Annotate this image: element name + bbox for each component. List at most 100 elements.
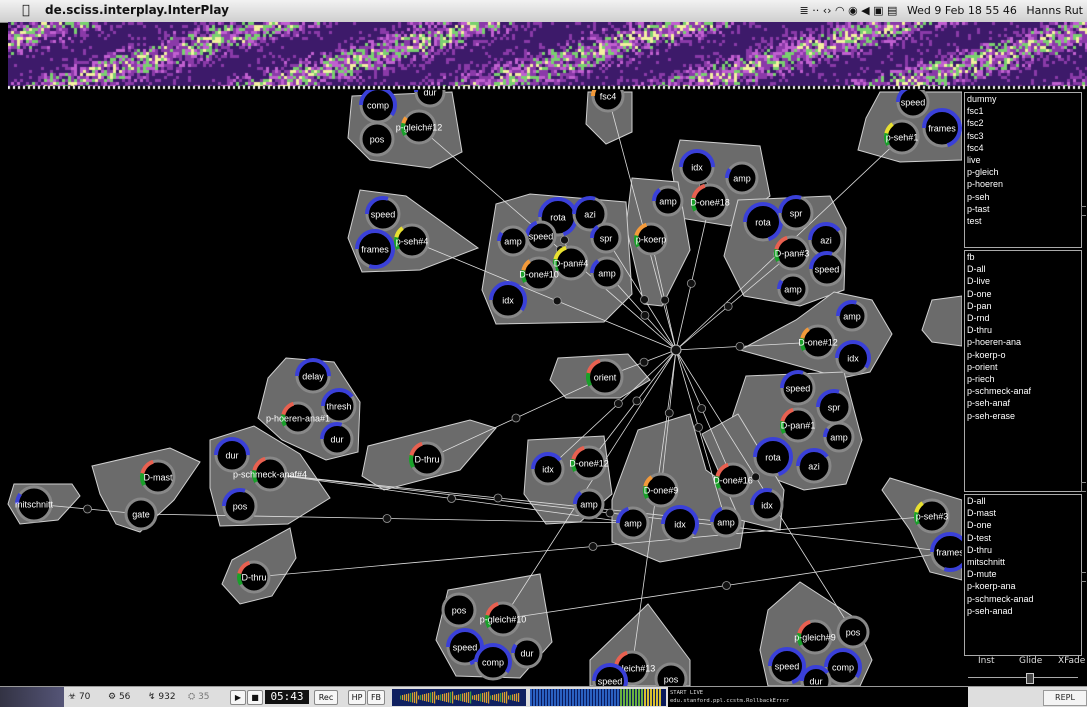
process-node[interactable]: dur <box>511 637 543 669</box>
process-node[interactable]: dur <box>214 437 250 473</box>
process-node[interactable]: dur <box>320 422 354 456</box>
play-button[interactable]: ▶ <box>230 690 246 705</box>
process-node[interactable]: azi <box>796 448 832 484</box>
junction-dot[interactable] <box>660 295 670 305</box>
list-item[interactable]: live <box>965 154 1081 166</box>
glide-label[interactable]: Glide <box>1019 656 1042 666</box>
list-item[interactable]: p-hoeren-ana <box>965 336 1081 348</box>
junction-dot[interactable] <box>588 542 598 551</box>
list-item[interactable]: D-all <box>965 263 1081 275</box>
junction-dot[interactable] <box>640 310 650 320</box>
list-item[interactable]: D-thru <box>965 324 1081 336</box>
master-list[interactable]: D-all D-mast D-one D-test D-thru mitschnitt D-… <box>964 494 1082 656</box>
process-node[interactable]: pos <box>654 662 688 686</box>
process-node[interactable]: frames <box>930 532 962 572</box>
list-item[interactable]: mitschnitt <box>965 556 1081 568</box>
process-node[interactable]: pos <box>836 615 870 649</box>
process-node[interactable]: fsc4 <box>591 90 625 113</box>
process-node[interactable]: spr <box>778 195 814 231</box>
process-node[interactable]: idx <box>489 281 527 319</box>
junction-dot[interactable] <box>664 408 674 418</box>
process-node[interactable]: amp <box>777 273 809 305</box>
process-node[interactable]: speed <box>809 251 845 287</box>
list-item[interactable]: dummy <box>965 93 1081 105</box>
process-node[interactable]: idx <box>531 452 565 486</box>
process-node[interactable]: speed <box>768 647 806 685</box>
list-item[interactable]: fsc4 <box>965 142 1081 154</box>
process-node[interactable]: amp <box>725 161 759 195</box>
junction-dot[interactable] <box>614 399 623 408</box>
junction-dot[interactable] <box>723 301 733 311</box>
junction-dot[interactable] <box>751 472 761 482</box>
list-item[interactable]: p-koerp-o <box>965 349 1081 361</box>
process-node[interactable]: gate <box>124 497 158 531</box>
apple-icon[interactable]:  <box>22 3 30 18</box>
process-node[interactable]: dur <box>414 90 446 108</box>
junction-dot[interactable] <box>632 396 642 406</box>
junction-dot[interactable] <box>639 357 649 367</box>
process-node[interactable]: speed <box>365 196 401 232</box>
process-node[interactable]: pos <box>359 121 395 157</box>
process-node[interactable]: idx <box>750 488 784 522</box>
console-output[interactable]: START LIVE edu.stanford.ppl.ccstm.Rollba… <box>668 687 968 707</box>
inst-label[interactable]: Inst <box>978 656 995 666</box>
junction-dot[interactable] <box>694 422 703 432</box>
process-node[interactable]: pos <box>441 592 477 628</box>
crossfade-slider[interactable] <box>968 673 1078 684</box>
program-list[interactable]: dummy fsc1 fsc2 fsc3 fsc4 live p-gleich p-hoere… <box>964 92 1082 248</box>
process-node[interactable]: delay <box>295 358 331 394</box>
process-node[interactable]: idx <box>835 340 871 376</box>
process-node[interactable]: rota <box>743 202 783 242</box>
list-item[interactable]: p-seh-anaf <box>965 397 1081 409</box>
process-node[interactable]: frames <box>922 108 962 148</box>
junction-dot[interactable] <box>83 504 92 514</box>
list-item[interactable]: D-mute <box>965 568 1081 580</box>
process-node[interactable]: amp <box>710 506 742 538</box>
junction-dot[interactable] <box>447 494 456 503</box>
list-item[interactable]: p-hoeren <box>965 178 1081 190</box>
list-item[interactable]: p-schmeck-anaf <box>965 385 1081 397</box>
process-node[interactable]: amp <box>573 488 605 520</box>
junction-dot[interactable] <box>382 514 392 523</box>
list-item[interactable]: p-riech <box>965 373 1081 385</box>
hub-node[interactable] <box>670 344 682 356</box>
list-item[interactable]: D-rnd <box>965 312 1081 324</box>
list-item[interactable]: test <box>965 215 1081 227</box>
junction-dot[interactable] <box>640 295 649 305</box>
process-node[interactable]: dur <box>800 665 832 686</box>
junction-dot[interactable] <box>511 413 521 423</box>
list-item[interactable]: D-pan <box>965 300 1081 312</box>
process-node[interactable]: amp <box>823 421 855 453</box>
process-node[interactable]: frames <box>355 229 395 269</box>
list-item[interactable]: fsc1 <box>965 105 1081 117</box>
junction-dot[interactable] <box>722 581 731 590</box>
process-node[interactable]: rota <box>753 437 793 477</box>
list-item[interactable]: fsc3 <box>965 130 1081 142</box>
process-node[interactable]: speed <box>525 220 557 252</box>
list-item[interactable]: D-live <box>965 275 1081 287</box>
process-node[interactable]: amp <box>590 256 624 290</box>
process-node[interactable]: comp <box>359 90 397 124</box>
process-node[interactable]: idx <box>679 149 715 185</box>
process-node[interactable]: speed <box>592 663 628 686</box>
status-icons[interactable]: ≣ ·· ‹› ◠ ◉ ◀ ▣ ▤ <box>800 4 898 17</box>
process-graph[interactable]: comp pos p-gleich#12 dur fsc4 speed p-seh#1 fra… <box>0 90 962 686</box>
junction-dot[interactable] <box>560 235 569 245</box>
list-item[interactable]: D-one <box>965 288 1081 300</box>
list-item[interactable]: p-tast <box>965 203 1081 215</box>
list-item[interactable]: D-thru <box>965 544 1081 556</box>
list-item[interactable]: p-seh-anad <box>965 605 1081 617</box>
process-node[interactable]: spr <box>816 389 852 425</box>
fb-button[interactable]: FB <box>367 690 385 705</box>
app-name-menu[interactable]: de.sciss.interplay.InterPlay <box>45 3 229 17</box>
process-node[interactable]: comp <box>474 643 512 681</box>
junction-dot[interactable] <box>697 404 707 413</box>
menubar-user[interactable]: Hanns Rut <box>1026 4 1083 17</box>
junction-dot[interactable] <box>686 278 696 288</box>
list-item[interactable]: fsc2 <box>965 117 1081 129</box>
list-item[interactable]: p-seh <box>965 191 1081 203</box>
list-item[interactable]: p-gleich <box>965 166 1081 178</box>
diffusion-list[interactable]: fb D-all D-live D-one D-pan D-rnd D-thru p-hoer… <box>964 250 1082 492</box>
xfade-label[interactable]: XFade <box>1058 656 1085 666</box>
process-node[interactable]: speed <box>896 90 930 119</box>
